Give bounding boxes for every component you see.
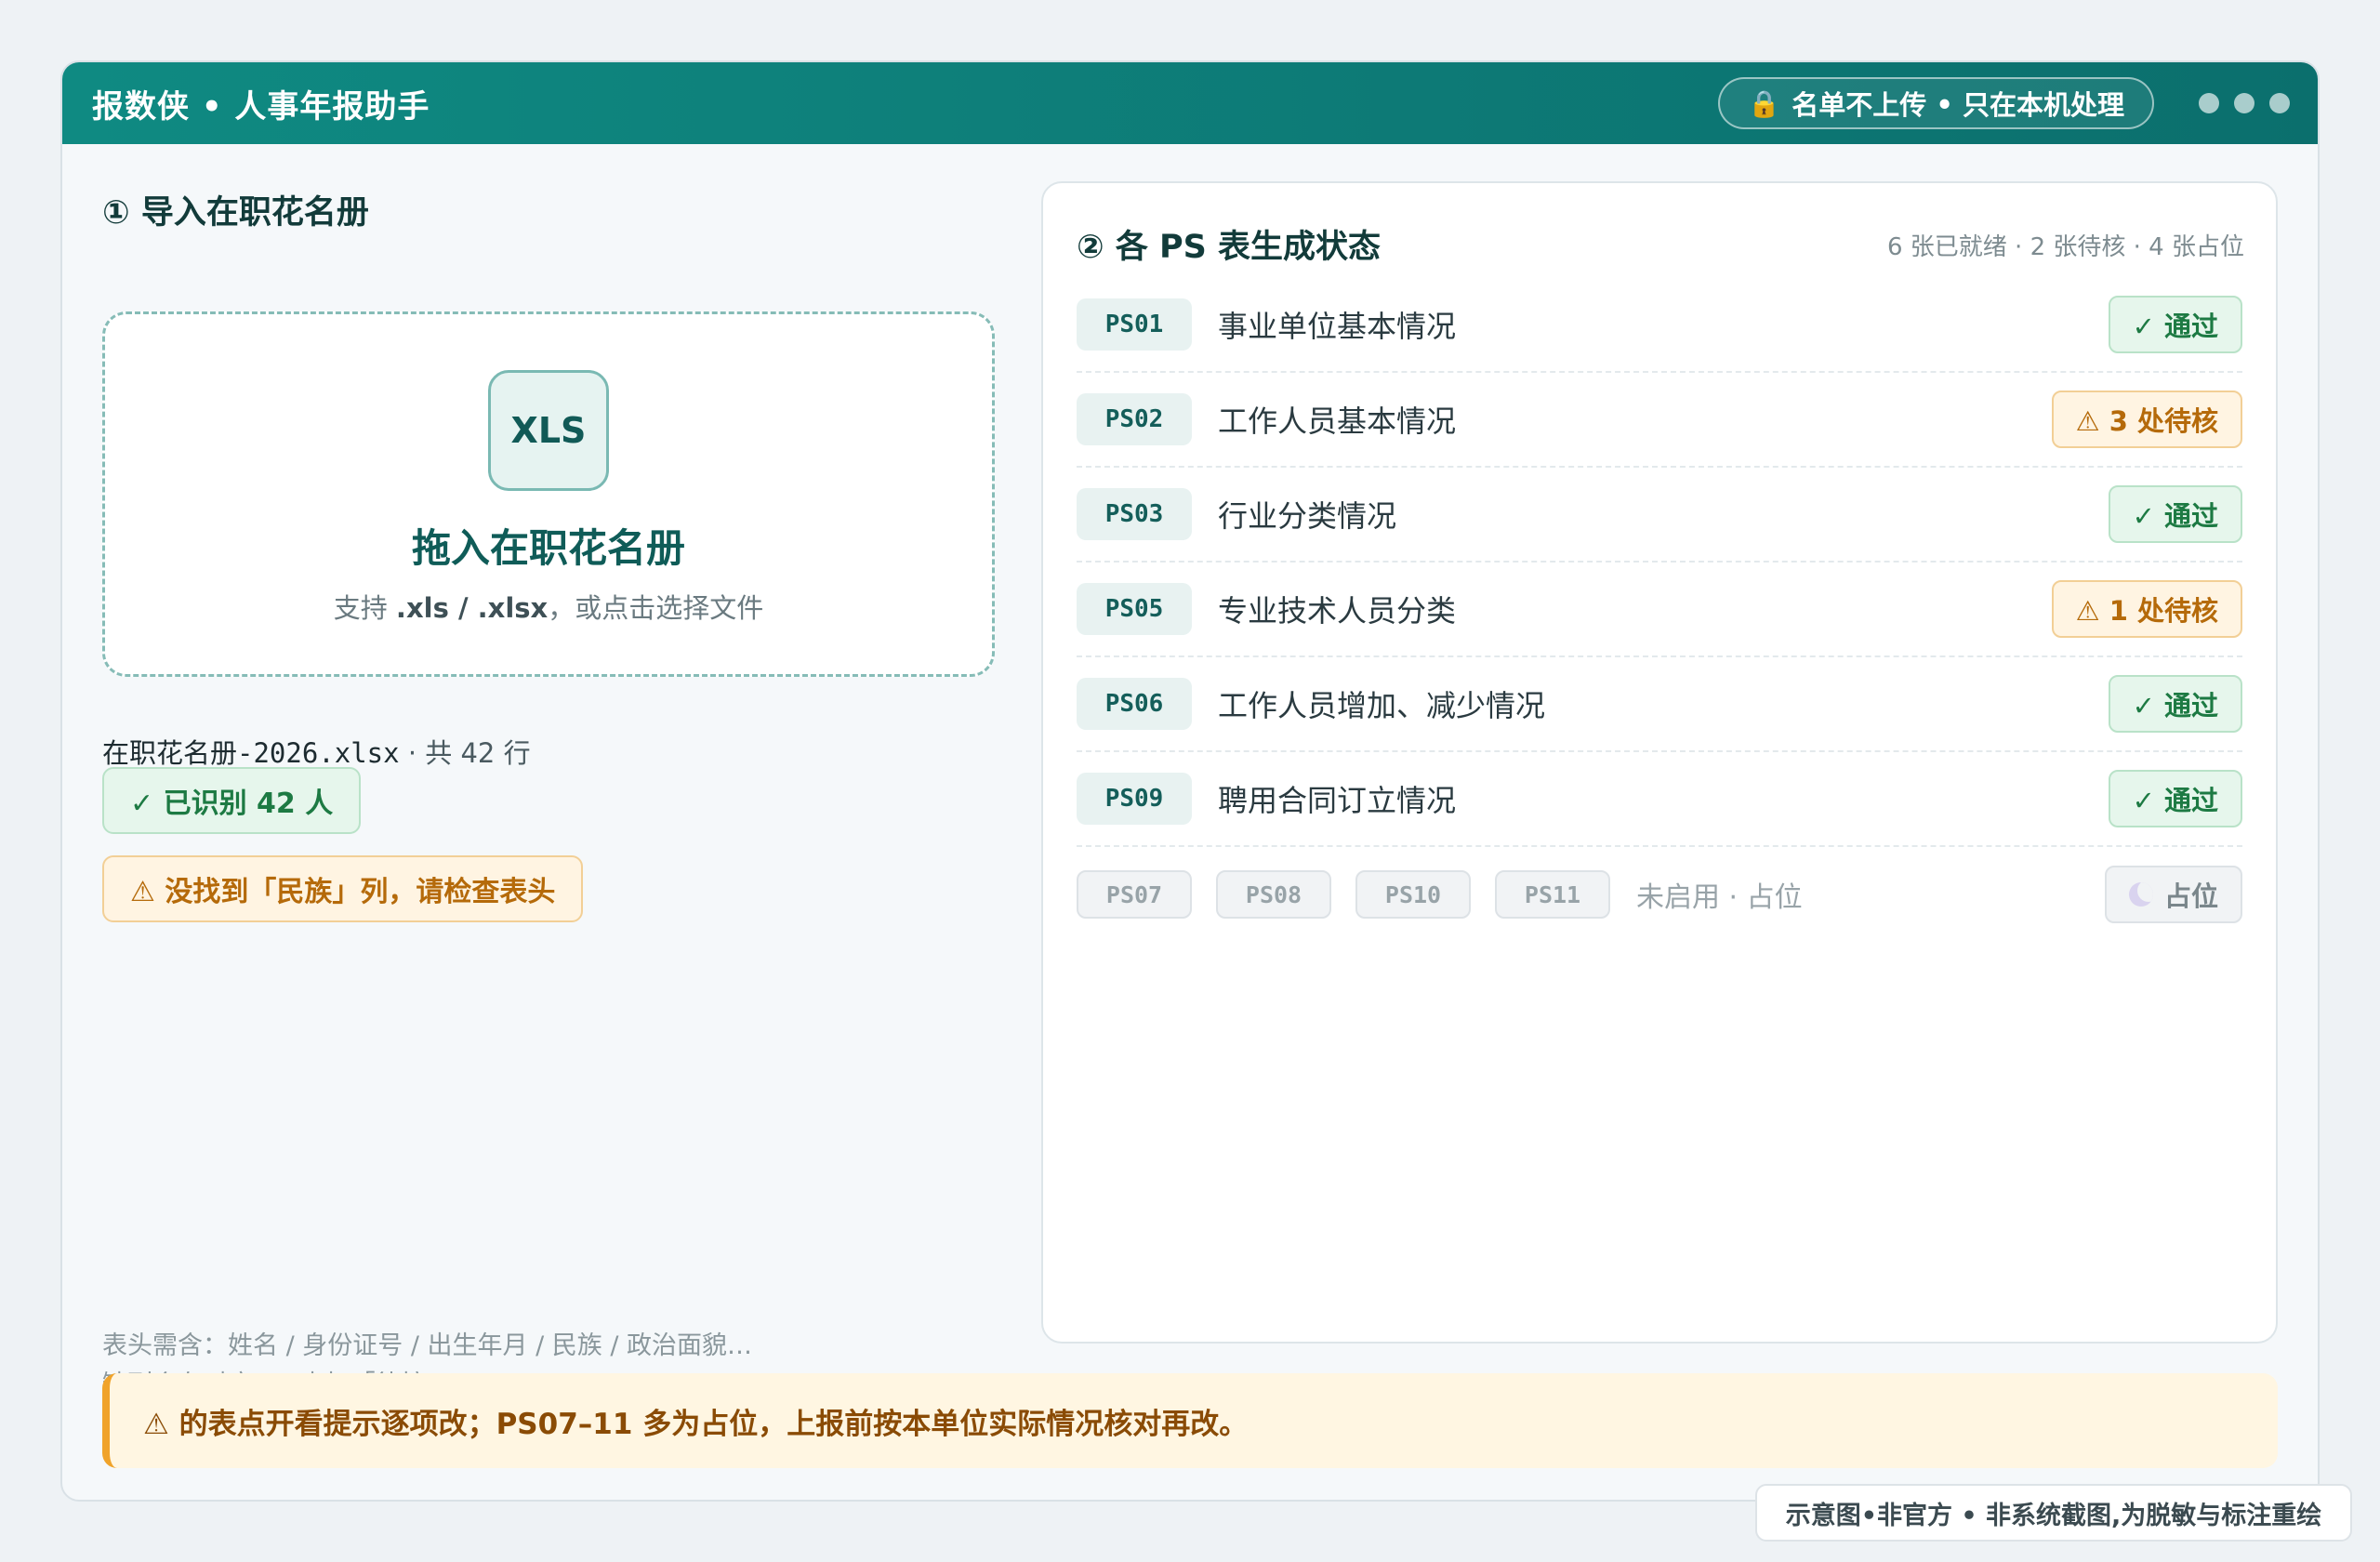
privacy-label: 名单不上传 • 只在本机处理 — [1792, 89, 2124, 121]
header-hint: 表头需含：姓名 / 身份证号 / 出生年月 / 民族 / 政治面貌… — [102, 1331, 753, 1360]
status-badge[interactable]: ✓ 通过 — [2108, 675, 2242, 733]
ps-row[interactable]: PS05 专业技术人员分类 ⚠ 1 处待核 — [1077, 563, 2242, 657]
dropzone-sub-formats: .xls / .xlsx — [395, 592, 549, 624]
import-panel: ① 导入在职花名册 XLS 拖入在职花名册 支持 .xls / .xlsx，或点… — [102, 144, 995, 1399]
loaded-file-info: 在职花名册-2026.xlsx · 共 42 行 — [102, 732, 531, 771]
file-name: 在职花名册-2026.xlsx — [102, 737, 400, 769]
ps-name: 工作人员增加、减少情况 — [1218, 688, 1546, 723]
ps-code: PS01 — [1077, 298, 1192, 351]
status-badge[interactable]: ✓ 通过 — [2108, 770, 2242, 827]
missing-column-warning: ⚠ 没找到「民族」列，请检查表头 — [102, 855, 584, 922]
ps-code: PS09 — [1077, 773, 1192, 825]
file-row-count: · 共 42 行 — [399, 737, 531, 769]
window-controls — [2199, 93, 2290, 113]
ps-name: 工作人员基本情况 — [1218, 404, 1457, 439]
ps-name: 聘用合同订立情况 — [1218, 783, 1457, 818]
placeholder-code: PS08 — [1216, 870, 1331, 919]
lock-icon: 🔒 — [1748, 87, 1781, 119]
dropzone-sub-prefix: 支持 — [333, 592, 396, 624]
ps-row[interactable]: PS06 工作人员增加、减少情况 ✓ 通过 — [1077, 657, 2242, 752]
privacy-badge: 🔒 名单不上传 • 只在本机处理 — [1718, 77, 2154, 129]
window-dot-1[interactable] — [2199, 93, 2219, 113]
ps-name: 事业单位基本情况 — [1218, 309, 1457, 344]
bottom-notice-banner: ⚠ 的表点开看提示逐项改；PS07–11 多为占位，上报前按本单位实际情况核对再… — [102, 1373, 2278, 1468]
ps-name: 行业分类情况 — [1218, 498, 1397, 534]
ps-table-list: PS01 事业单位基本情况 ✓ 通过 PS02 工作人员基本情况 ⚠ 3 处待核… — [1077, 278, 2242, 942]
status-badge[interactable]: ✓ 通过 — [2108, 296, 2242, 353]
status-badge[interactable]: ⚠ 1 处待核 — [2051, 580, 2242, 638]
ps-code: PS06 — [1077, 678, 1192, 730]
placeholder-status-badge: 占位 — [2104, 866, 2242, 923]
ps-row[interactable]: PS09 聘用合同订立情况 ✓ 通过 — [1077, 752, 2242, 847]
ps-code: PS05 — [1077, 583, 1192, 635]
placeholder-code: PS10 — [1355, 870, 1471, 919]
status-panel: ② 各 PS 表生成状态 6 张已就绪 · 2 张待核 · 4 张占位 PS01… — [1041, 181, 2278, 1344]
ps-code: PS03 — [1077, 488, 1192, 540]
xls-file-icon: XLS — [488, 370, 609, 491]
recognized-badge: ✓ 已识别 42 人 — [102, 767, 362, 834]
placeholder-code: PS07 — [1077, 870, 1192, 919]
placeholder-status-label: 占位 — [2163, 880, 2218, 912]
ps-code: PS02 — [1077, 393, 1192, 445]
watermark-note: 示意图•非官方 • 非系统截图,为脱敏与标注重绘 — [1755, 1484, 2352, 1542]
placeholder-code: PS11 — [1495, 870, 1610, 919]
window-dot-3[interactable] — [2269, 93, 2290, 113]
placeholder-row: PS07 PS08 PS10 PS11 未启用 · 占位 占位 — [1077, 847, 2242, 942]
status-badge[interactable]: ✓ 通过 — [2108, 485, 2242, 543]
file-dropzone[interactable]: XLS 拖入在职花名册 支持 .xls / .xlsx，或点击选择文件 — [102, 311, 995, 677]
ps-row[interactable]: PS03 行业分类情况 ✓ 通过 — [1077, 468, 2242, 563]
ps-name: 专业技术人员分类 — [1218, 593, 1457, 629]
dropzone-title: 拖入在职花名册 — [411, 525, 685, 571]
dropzone-subtitle: 支持 .xls / .xlsx，或点击选择文件 — [334, 587, 764, 626]
import-panel-title: ① 导入在职花名册 — [102, 194, 369, 232]
dropzone-sub-suffix: ，或点击选择文件 — [548, 592, 764, 624]
window-dot-2[interactable] — [2234, 93, 2254, 113]
app-title: 报数侠 • 人事年报助手 — [92, 87, 430, 126]
moon-icon — [2128, 882, 2153, 907]
status-summary: 6 张已就绪 · 2 张待核 · 4 张占位 — [1886, 233, 2244, 261]
placeholder-text: 未启用 · 占位 — [1636, 881, 1803, 914]
title-bar: 报数侠 • 人事年报助手 🔒 名单不上传 • 只在本机处理 — [62, 62, 2318, 144]
ps-row[interactable]: PS02 工作人员基本情况 ⚠ 3 处待核 — [1077, 373, 2242, 468]
status-badge[interactable]: ⚠ 3 处待核 — [2051, 390, 2242, 448]
ps-row[interactable]: PS01 事业单位基本情况 ✓ 通过 — [1077, 278, 2242, 373]
status-panel-title: ② 各 PS 表生成状态 — [1077, 229, 1382, 266]
app-window: 报数侠 • 人事年报助手 🔒 名单不上传 • 只在本机处理 ① 导入在职花名册 … — [60, 60, 2320, 1502]
